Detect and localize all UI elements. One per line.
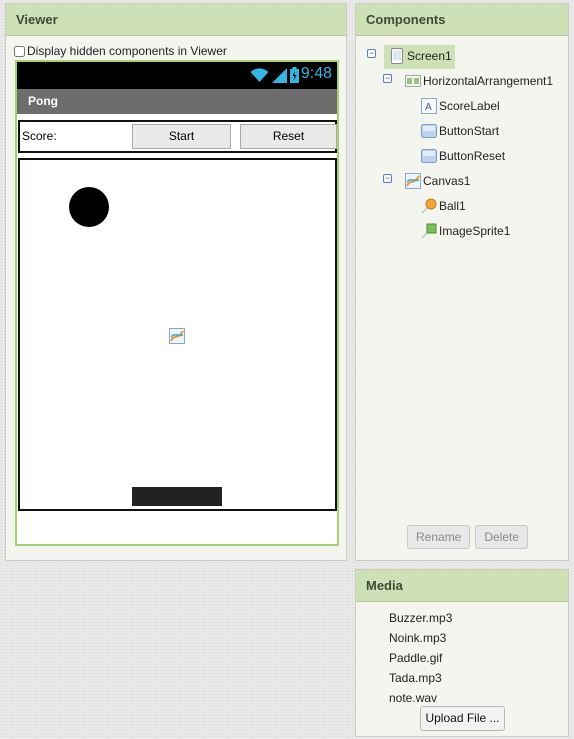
status-clock: 9:48 xyxy=(300,65,332,82)
canvas-icon xyxy=(169,328,185,344)
media-item[interactable]: Buzzer.mp3 xyxy=(389,608,452,628)
media-item[interactable]: Tada.mp3 xyxy=(389,668,452,688)
collapse-canvas-icon[interactable]: − xyxy=(383,174,392,183)
upload-file-button[interactable]: Upload File ... xyxy=(420,706,505,731)
media-item[interactable]: Noink.mp3 xyxy=(389,628,452,648)
components-panel: Components − Screen1 − HorizontalArrange… xyxy=(355,3,569,561)
viewer-header: Viewer xyxy=(6,4,346,36)
tree-item-ball1[interactable]: Ball1 xyxy=(421,196,466,216)
display-hidden-label: Display hidden components in Viewer xyxy=(27,44,227,58)
tree-label: Screen1 xyxy=(407,49,452,63)
tree-item-buttonreset[interactable]: ButtonReset xyxy=(421,146,505,166)
display-hidden-checkbox[interactable] xyxy=(14,45,25,57)
tree-item-scorelabel[interactable]: A ScoreLabel xyxy=(421,96,500,116)
button-icon xyxy=(421,124,437,138)
status-bar: 9:48 xyxy=(17,62,337,89)
horizontal-arrangement-icon xyxy=(405,75,421,87)
svg-text:A: A xyxy=(425,102,432,113)
wifi-icon xyxy=(250,68,269,82)
tree-label: HorizontalArrangement1 xyxy=(423,74,554,88)
app-title: Pong xyxy=(28,94,58,108)
ball-icon xyxy=(421,198,437,214)
media-item[interactable]: Paddle.gif xyxy=(389,648,452,668)
horizontal-arrangement-preview[interactable]: Score: Start Reset xyxy=(18,120,337,153)
tree-item-buttonstart[interactable]: ButtonStart xyxy=(421,121,499,141)
media-item[interactable]: note.wav xyxy=(389,688,452,708)
viewer-panel: Viewer Display hidden components in View… xyxy=(5,3,347,561)
rename-button[interactable]: Rename xyxy=(407,525,471,549)
canvas-icon xyxy=(405,173,421,189)
collapse-screen1-icon[interactable]: − xyxy=(367,49,376,58)
tree-label: ScoreLabel xyxy=(439,99,500,113)
label-icon: A xyxy=(421,98,437,114)
reset-button-preview[interactable]: Reset xyxy=(240,124,337,149)
image-sprite-icon xyxy=(421,223,437,239)
tree-label: ImageSprite1 xyxy=(439,224,511,238)
battery-icon xyxy=(290,67,299,83)
tree-item-horizontalarrangement1[interactable]: HorizontalArrangement1 xyxy=(405,71,553,91)
score-label-preview[interactable]: Score: xyxy=(22,129,57,143)
media-header: Media xyxy=(356,570,568,602)
tree-label: ButtonReset xyxy=(439,149,506,163)
media-panel: Media Buzzer.mp3 Noink.mp3 Paddle.gif Ta… xyxy=(355,569,569,737)
display-hidden-row[interactable]: Display hidden components in Viewer xyxy=(14,44,227,58)
tree-label: Canvas1 xyxy=(423,174,471,188)
delete-button[interactable]: Delete xyxy=(475,525,529,549)
components-header: Components xyxy=(356,4,568,36)
tree-item-screen1[interactable]: Screen1 xyxy=(389,46,452,66)
tree-item-canvas1[interactable]: Canvas1 xyxy=(405,171,470,191)
phone-preview: 9:48 Pong Score: Start Reset xyxy=(15,60,339,546)
screen-icon xyxy=(391,48,403,64)
media-list: Buzzer.mp3 Noink.mp3 Paddle.gif Tada.mp3… xyxy=(389,608,452,708)
tree-label: ButtonStart xyxy=(439,124,500,138)
paddle-image-sprite[interactable] xyxy=(132,487,222,506)
button-icon xyxy=(421,149,437,163)
app-title-bar: Pong xyxy=(17,89,337,114)
canvas-preview[interactable] xyxy=(18,158,337,511)
signal-icon xyxy=(272,68,287,83)
start-button-preview[interactable]: Start xyxy=(132,124,231,149)
collapse-arrangement-icon[interactable]: − xyxy=(383,74,392,83)
tree-item-imagesprite1[interactable]: ImageSprite1 xyxy=(421,221,510,241)
tree-label: Ball1 xyxy=(439,199,466,213)
ball-sprite[interactable] xyxy=(69,187,109,227)
